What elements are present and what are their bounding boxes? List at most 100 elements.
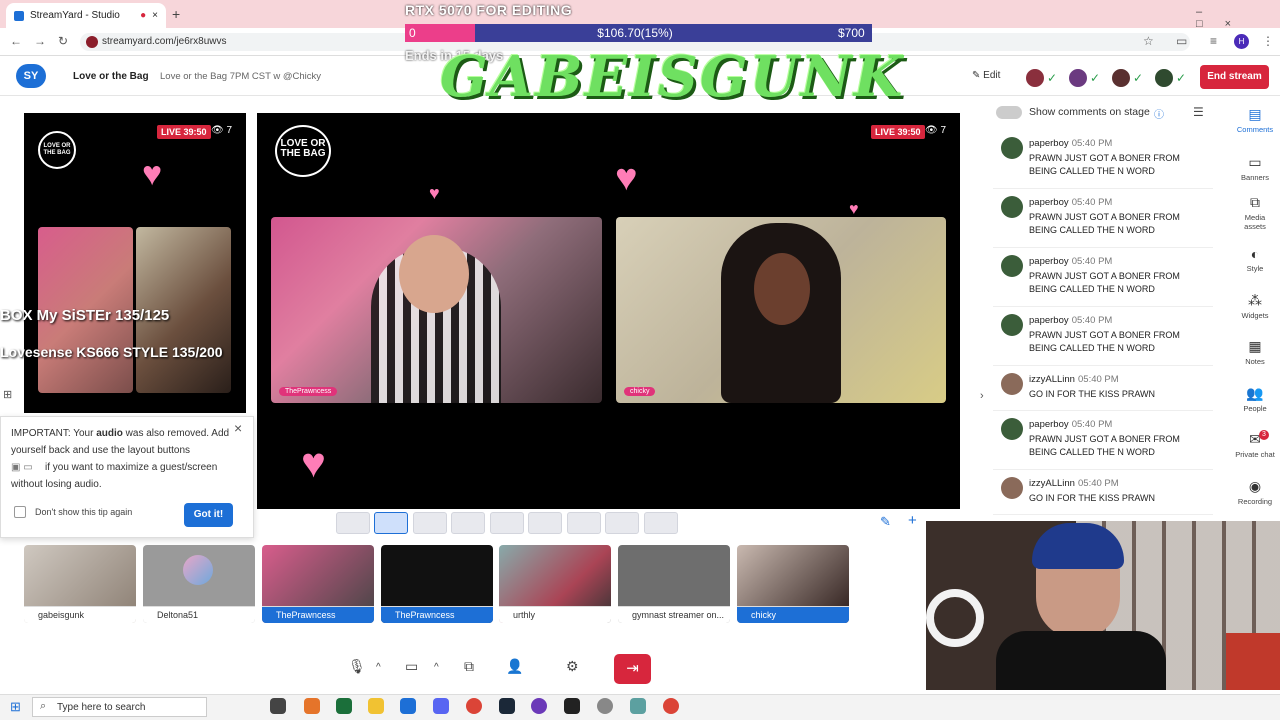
obs-icon[interactable] xyxy=(531,698,547,714)
comment-item[interactable]: izzyALLinn 05:40 PM GO IN FOR THE KISS P… xyxy=(993,369,1213,411)
window-controls[interactable]: –□× xyxy=(1196,6,1280,30)
widgets-icon: ⁂ xyxy=(1248,292,1262,308)
app-icon[interactable] xyxy=(336,698,352,714)
settings-gear-icon[interactable]: ⚙ xyxy=(566,658,579,675)
app-icon[interactable] xyxy=(304,698,320,714)
media-icon[interactable]: ≡ xyxy=(1210,34,1217,48)
end-stream-button[interactable]: End stream xyxy=(1200,65,1269,89)
browser-tab[interactable]: StreamYard - Studio ● × xyxy=(6,3,166,28)
destination-avatar[interactable] xyxy=(1024,67,1046,89)
comment-item[interactable]: paperboy 05:40 PM PRAWN JUST GOT A BONER… xyxy=(993,192,1213,248)
layout-leader-button[interactable] xyxy=(605,512,639,534)
comment-item[interactable]: paperboy 05:40 PM PRAWN JUST GOT A BONER… xyxy=(993,133,1213,189)
app-icon[interactable] xyxy=(597,698,613,714)
filter-icon[interactable]: ☰ xyxy=(1193,105,1204,119)
destination-avatar[interactable] xyxy=(1110,67,1132,89)
camera-icon[interactable]: ▭ xyxy=(405,658,418,675)
streamyard-logo[interactable]: SY xyxy=(16,64,46,88)
backstage-tile[interactable]: gabeisgunk xyxy=(24,545,136,623)
palette-icon: ◐ xyxy=(1250,246,1260,262)
layout-group-button[interactable] xyxy=(413,512,447,534)
show-logo: LOVE OR THE BAG xyxy=(275,125,331,177)
heart-icon: ♥ xyxy=(142,155,163,193)
backstage-tile[interactable]: urthly xyxy=(499,545,611,623)
rail-widgets[interactable]: ⁂ Widgets xyxy=(1233,292,1277,320)
chevron-up-icon[interactable]: ^ xyxy=(434,662,439,673)
steam-icon[interactable] xyxy=(499,698,515,714)
rail-recording[interactable]: ◉ Recording xyxy=(1233,478,1277,506)
app-icon[interactable] xyxy=(630,698,646,714)
rail-media-assets[interactable]: ⧉ Media assets xyxy=(1233,194,1277,231)
comment-time: 05:40 PM xyxy=(1078,374,1119,385)
share-screen-icon[interactable]: ⧉ xyxy=(464,658,474,675)
close-icon[interactable]: × xyxy=(234,420,242,436)
layout-group-button[interactable] xyxy=(567,512,601,534)
chevron-up-icon[interactable]: ^ xyxy=(376,662,381,673)
windows-start-icon[interactable]: ⊞ xyxy=(10,699,21,715)
backstage-tile[interactable]: Deltona51 xyxy=(143,545,255,623)
add-layout-icon[interactable]: + xyxy=(908,512,917,529)
chrome-icon[interactable] xyxy=(466,698,482,714)
ring-light xyxy=(926,589,984,647)
backstage-tile[interactable]: gymnast streamer on... xyxy=(618,545,730,623)
collapse-panel-icon[interactable]: › xyxy=(980,390,984,402)
layout-solo-button[interactable] xyxy=(336,512,370,534)
new-tab-icon[interactable]: + xyxy=(172,6,180,22)
edit-label: Edit xyxy=(983,70,1001,81)
destination-avatar[interactable] xyxy=(1067,67,1089,89)
layout-split-button[interactable] xyxy=(374,512,408,534)
taskview-icon[interactable] xyxy=(270,698,286,714)
site-info-icon[interactable] xyxy=(86,36,98,48)
app-icon[interactable] xyxy=(433,698,449,714)
chrome-icon[interactable] xyxy=(663,698,679,714)
backstage-tile[interactable]: ThePrawncess xyxy=(381,545,493,623)
back-icon[interactable]: ← xyxy=(10,34,22,48)
dont-show-checkbox[interactable] xyxy=(14,506,26,518)
backstage-tile[interactable]: ThePrawncess xyxy=(262,545,374,623)
destination-avatar[interactable] xyxy=(1153,67,1175,89)
check-icon: ✓ xyxy=(1047,71,1058,85)
app-icon[interactable] xyxy=(564,698,580,714)
side-tool-icon[interactable]: ⊞ xyxy=(3,388,12,401)
rail-comments[interactable]: ▤ Comments xyxy=(1233,106,1277,134)
layout-icons: ▣ ▭ xyxy=(11,462,33,473)
tile-name: urthly xyxy=(499,606,611,623)
profile-avatar[interactable]: H xyxy=(1234,34,1249,49)
guest-head xyxy=(399,235,469,313)
tab-close-icon[interactable]: × xyxy=(152,10,158,21)
comment-item[interactable]: paperboy 05:40 PM PRAWN JUST GOT A BONER… xyxy=(993,310,1213,366)
layout-group-button[interactable] xyxy=(490,512,524,534)
edit-button[interactable]: ✎ Edit xyxy=(972,70,1000,81)
backstage-tile[interactable]: chicky xyxy=(737,545,849,623)
layout-group-button[interactable] xyxy=(451,512,485,534)
edit-layout-icon[interactable]: ✎ xyxy=(880,514,891,530)
comment-item[interactable]: paperboy 05:40 PM PRAWN JUST GOT A BONER… xyxy=(993,251,1213,307)
tile-name: chicky xyxy=(737,606,849,623)
leave-studio-button[interactable]: ⇥ xyxy=(614,654,651,684)
eye-icon: 👁 xyxy=(211,125,227,136)
layout-screen-button[interactable] xyxy=(644,512,678,534)
rail-people[interactable]: 👥 People xyxy=(1233,385,1277,413)
forward-icon[interactable]: → xyxy=(34,34,46,48)
rail-banners[interactable]: ▭ Banners xyxy=(1233,154,1277,182)
got-it-button[interactable]: Got it! xyxy=(184,503,233,527)
microphone-icon[interactable]: 🎙 xyxy=(348,658,366,675)
layout-group-button[interactable] xyxy=(528,512,562,534)
browser-menu-icon[interactable]: ⋮ xyxy=(1262,34,1274,48)
app-icon[interactable] xyxy=(400,698,416,714)
rail-notes[interactable]: ▦ Notes xyxy=(1233,338,1277,366)
show-comments-toggle[interactable] xyxy=(996,106,1022,119)
cast-icon[interactable]: ▭ xyxy=(1176,34,1187,48)
invite-guest-icon[interactable]: 👤 xyxy=(506,658,523,675)
rail-style[interactable]: ◐ Style xyxy=(1233,246,1277,273)
taskbar-search-input[interactable]: Type here to search xyxy=(32,697,207,717)
comment-item[interactable]: paperboy 05:40 PM PRAWN JUST GOT A BONER… xyxy=(993,414,1213,470)
reload-icon[interactable]: ↻ xyxy=(58,34,68,48)
comment-item[interactable]: izzyALLinn 05:40 PM GO IN FOR THE KISS P… xyxy=(993,473,1213,515)
rail-private-chat[interactable]: ✉ Private chat xyxy=(1233,431,1277,459)
file-explorer-icon[interactable] xyxy=(368,698,384,714)
comment-text: PRAWN JUST GOT A BONER FROM BEING CALLED… xyxy=(1029,434,1180,457)
guest-nametag: chicky xyxy=(624,387,656,396)
help-icon[interactable]: ⓘ xyxy=(1154,106,1164,121)
bookmark-star-icon[interactable]: ☆ xyxy=(1143,34,1154,48)
